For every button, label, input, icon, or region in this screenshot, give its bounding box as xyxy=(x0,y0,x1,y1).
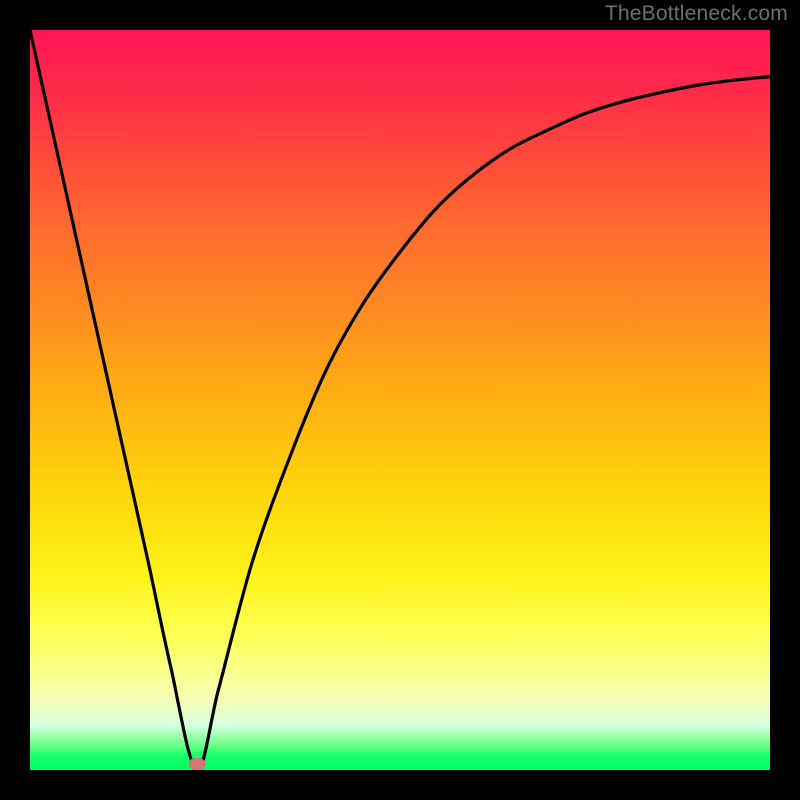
optimum-marker xyxy=(188,758,205,770)
curve-svg xyxy=(30,30,770,770)
plot-area xyxy=(30,30,770,770)
watermark-text: TheBottleneck.com xyxy=(605,2,788,26)
chart-frame: TheBottleneck.com xyxy=(0,0,800,800)
bottleneck-curve xyxy=(30,30,770,770)
